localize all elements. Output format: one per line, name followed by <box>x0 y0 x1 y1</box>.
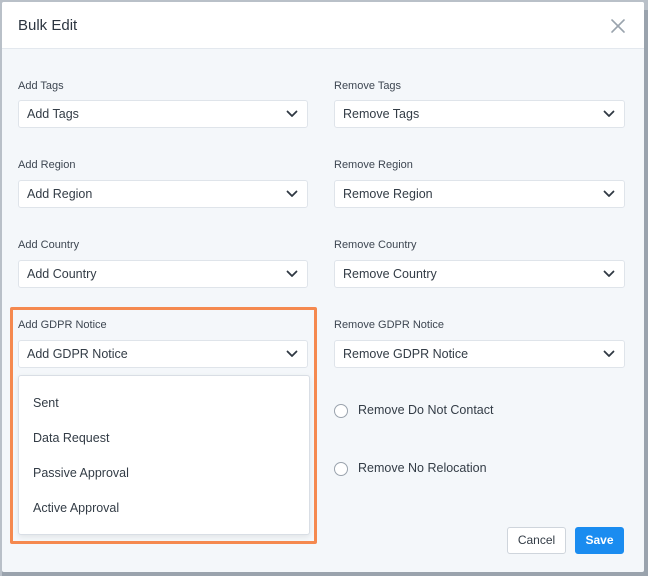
remove-region-placeholder: Remove Region <box>343 187 433 201</box>
add-region-select[interactable]: Add Region <box>18 180 308 208</box>
dropdown-option-sent[interactable]: Sent <box>19 388 309 418</box>
close-icon <box>611 19 625 33</box>
chevron-down-icon <box>603 349 615 359</box>
chevron-down-icon <box>603 189 615 199</box>
dropdown-option-active-approval[interactable]: Active Approval <box>19 493 309 523</box>
chevron-down-icon <box>286 189 298 199</box>
remove-country-label: Remove Country <box>334 239 417 251</box>
chevron-down-icon <box>286 349 298 359</box>
remove-gdpr-notice-select[interactable]: Remove GDPR Notice <box>334 340 625 368</box>
remove-region-select[interactable]: Remove Region <box>334 180 625 208</box>
remove-do-not-contact-radio[interactable]: Remove Do Not Contact <box>334 402 534 422</box>
radio-circle-icon <box>334 404 348 418</box>
close-button[interactable] <box>608 16 628 36</box>
dropdown-option-data-request[interactable]: Data Request <box>19 423 309 453</box>
gdpr-notice-dropdown-menu: Sent Data Request Passive Approval Activ… <box>18 375 310 535</box>
remove-do-not-contact-label: Remove Do Not Contact <box>358 403 494 417</box>
remove-tags-label: Remove Tags <box>334 80 402 92</box>
add-tags-placeholder: Add Tags <box>27 107 79 121</box>
remove-country-placeholder: Remove Country <box>343 267 437 281</box>
add-gdpr-notice-placeholder: Add GDPR Notice <box>27 347 128 361</box>
add-gdpr-notice-select[interactable]: Add GDPR Notice <box>18 340 308 368</box>
remove-gdpr-notice-label: Remove GDPR Notice <box>334 319 445 331</box>
dropdown-option-passive-approval[interactable]: Passive Approval <box>19 458 309 488</box>
add-gdpr-notice-label: Add GDPR Notice <box>18 319 107 331</box>
add-region-label: Add Region <box>18 159 76 171</box>
remove-country-select[interactable]: Remove Country <box>334 260 625 288</box>
remove-tags-select[interactable]: Remove Tags <box>334 100 625 128</box>
remove-no-relocation-label: Remove No Relocation <box>358 461 487 475</box>
remove-region-label: Remove Region <box>334 159 413 171</box>
add-tags-select[interactable]: Add Tags <box>18 100 308 128</box>
radio-circle-icon <box>334 462 348 476</box>
chevron-down-icon <box>286 269 298 279</box>
chevron-down-icon <box>603 269 615 279</box>
remove-gdpr-notice-placeholder: Remove GDPR Notice <box>343 347 469 361</box>
add-tags-label: Add Tags <box>18 80 64 92</box>
add-country-placeholder: Add Country <box>27 267 97 281</box>
chevron-down-icon <box>603 109 615 119</box>
chevron-down-icon <box>286 109 298 119</box>
remove-tags-placeholder: Remove Tags <box>343 107 420 121</box>
add-region-placeholder: Add Region <box>27 187 93 201</box>
bulk-edit-modal: Bulk Edit Add Tags Add Tags Remove Tags … <box>2 2 644 572</box>
save-button[interactable]: Save <box>575 527 624 554</box>
add-country-label: Add Country <box>18 239 80 251</box>
cancel-button[interactable]: Cancel <box>507 527 566 554</box>
add-country-select[interactable]: Add Country <box>18 260 308 288</box>
modal-header: Bulk Edit <box>2 2 644 49</box>
modal-title: Bulk Edit <box>18 17 78 34</box>
remove-no-relocation-radio[interactable]: Remove No Relocation <box>334 460 534 480</box>
